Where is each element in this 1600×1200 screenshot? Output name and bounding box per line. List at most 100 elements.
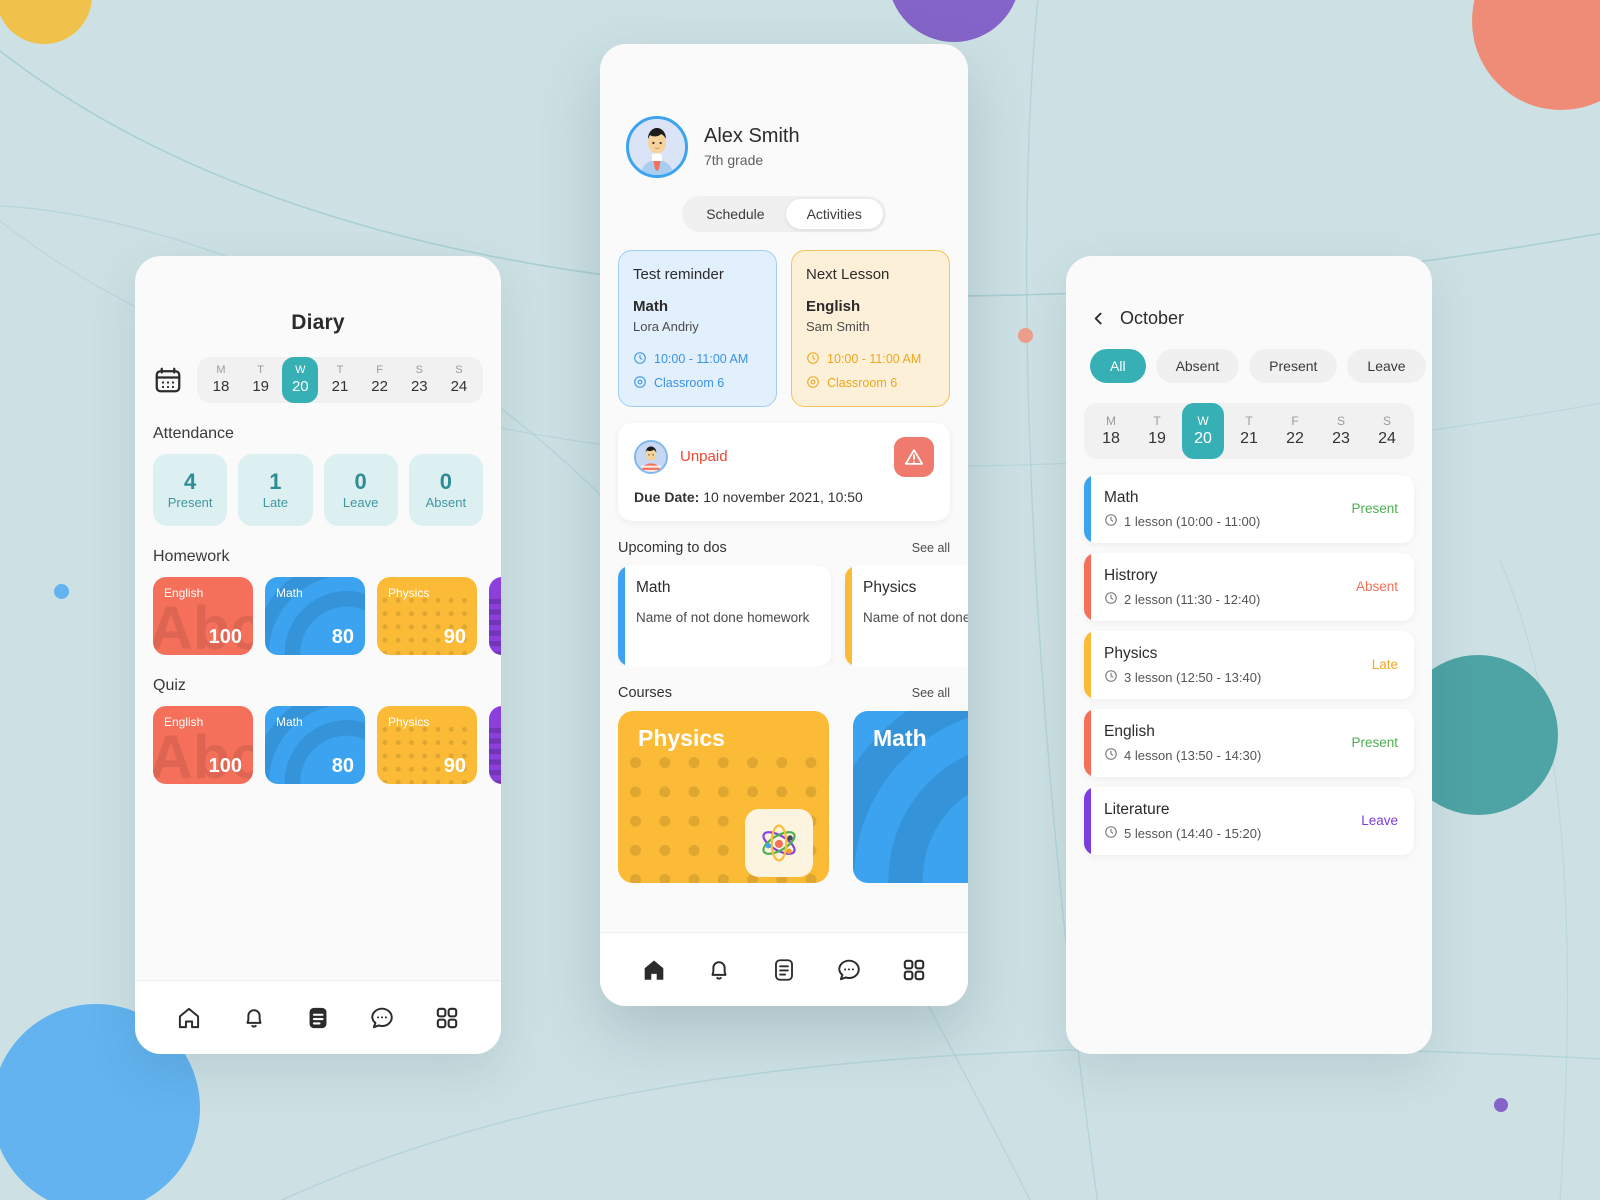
bottom-navigation[interactable] <box>600 932 968 1006</box>
day-of-week: S <box>415 364 423 377</box>
nav-grid-icon[interactable] <box>899 955 929 985</box>
row-info: Literature 5 lesson (14:40 - 15:20) <box>1104 800 1361 842</box>
row-lesson: 3 lesson (12:50 - 13:40) <box>1124 669 1262 685</box>
day-cell-18[interactable]: M 18 <box>203 357 239 403</box>
day-number: 22 <box>1286 430 1304 448</box>
nav-document-icon[interactable] <box>303 1003 333 1033</box>
atom-icon <box>745 808 813 877</box>
chevron-left-icon[interactable] <box>1090 310 1107 327</box>
quiz-card-list[interactable]: Abc English 100 Math 80 Physics 90 Liter… <box>135 706 501 784</box>
filter-leave[interactable]: Leave <box>1347 349 1426 383</box>
profile-header: Alex Smith 7th grade <box>600 44 968 178</box>
nav-document-icon[interactable] <box>769 955 799 985</box>
subject-score-card[interactable]: Physics 90 <box>377 577 477 655</box>
clock-icon <box>1104 825 1118 842</box>
day-cell-20[interactable]: W 20 <box>282 357 319 403</box>
profile-grade: 7th grade <box>704 151 764 168</box>
reminder-title: Next Lesson <box>806 266 890 283</box>
course-card-list[interactable]: Physics Math <box>600 710 968 883</box>
day-cell-21[interactable]: T 21 <box>1228 403 1270 459</box>
page-title: Diary <box>291 311 345 334</box>
decor-dot-blue <box>54 584 69 599</box>
attendance-row[interactable]: Physics 3 lesson (12:50 - 13:40) Late <box>1084 630 1414 699</box>
profile-text: Alex Smith 7th grade <box>704 123 800 171</box>
todo-card-list[interactable]: Math Name of not done homework Physics N… <box>600 565 968 666</box>
row-status-badge: Late <box>1371 657 1398 673</box>
course-card[interactable]: Math <box>853 710 968 883</box>
tab-schedule[interactable]: Schedule <box>685 199 785 229</box>
reminder-room: Classroom 6 <box>827 376 898 391</box>
nav-grid-icon[interactable] <box>432 1003 462 1033</box>
reminder-card[interactable]: Next Lesson English Sam Smith 10:00 - 11… <box>791 250 950 407</box>
subject-score-card[interactable]: Literature 70 <box>489 577 501 655</box>
clock-icon <box>806 351 820 368</box>
stat-label: Leave <box>342 495 379 511</box>
subject-score-card[interactable]: Math 80 <box>265 577 365 655</box>
day-cell-22[interactable]: F 22 <box>1274 403 1316 459</box>
day-cell-22[interactable]: F 22 <box>362 357 398 403</box>
nav-bell-icon[interactable] <box>704 955 734 985</box>
attendance-row[interactable]: Histrory 2 lesson (11:30 - 12:40) Absent <box>1084 552 1414 621</box>
attendance-row[interactable]: Literature 5 lesson (14:40 - 15:20) Leav… <box>1084 786 1414 855</box>
day-cell-24[interactable]: S 24 <box>441 357 477 403</box>
course-card[interactable]: Physics <box>618 710 829 883</box>
subject-score-card[interactable]: Physics 90 <box>377 706 477 784</box>
courses-see-all-link[interactable]: See all <box>912 686 950 700</box>
todo-card[interactable]: Physics Name of not done homework <box>845 565 968 666</box>
day-cell-21[interactable]: T 21 <box>322 357 358 403</box>
subject-score-card[interactable]: Abc English 100 <box>153 577 253 655</box>
day-cell-24[interactable]: S 24 <box>1366 403 1408 459</box>
day-cell-18[interactable]: M 18 <box>1090 403 1132 459</box>
decor-dot-purple <box>1494 1098 1508 1112</box>
todo-card[interactable]: Math Name of not done homework <box>618 565 831 666</box>
filter-present[interactable]: Present <box>1249 349 1338 383</box>
nav-chat-icon[interactable] <box>367 1003 397 1033</box>
filter-absent[interactable]: Absent <box>1155 349 1240 383</box>
filter-all[interactable]: All <box>1090 349 1146 383</box>
bottom-navigation[interactable] <box>135 980 501 1054</box>
subject-score: 80 <box>331 755 354 777</box>
reminder-teacher: Lora Andriy <box>633 319 699 334</box>
day-cell-23[interactable]: S 23 <box>1320 403 1362 459</box>
reminder-card[interactable]: Test reminder Math Lora Andriy 10:00 - 1… <box>618 250 777 407</box>
nav-chat-icon[interactable] <box>834 955 864 985</box>
day-cell-19[interactable]: T 19 <box>243 357 279 403</box>
week-selector: M 18 T 19 W 20 T 21 F 22 S 23 S 24 <box>135 357 501 403</box>
stat-label: Absent <box>425 495 467 511</box>
row-subject: Physics <box>1104 644 1158 662</box>
due-date-label: Due Date: <box>634 488 700 505</box>
day-number: 20 <box>1194 430 1212 448</box>
reminder-time-row: 10:00 - 11:00 AM <box>633 351 762 368</box>
home-scroll-area: Alex Smith 7th grade Schedule Activities… <box>600 44 968 932</box>
attendance-row[interactable]: Math 1 lesson (10:00 - 11:00) Present <box>1084 475 1414 543</box>
avatar[interactable] <box>626 116 688 178</box>
day-of-week: S <box>1382 413 1391 428</box>
subject-name: Literature <box>500 715 501 729</box>
attendance-scroll-area: October All Absent Present Leave M 18 T … <box>1066 256 1432 1054</box>
nav-home-icon[interactable] <box>639 955 669 985</box>
tab-activities[interactable]: Activities <box>785 199 883 229</box>
week-strip[interactable]: M 18 T 19 W 20 T 21 F 22 S 23 S 24 <box>1084 403 1414 459</box>
row-info: Physics 3 lesson (12:50 - 13:40) <box>1104 644 1372 686</box>
reminder-time-row: 10:00 - 11:00 AM <box>806 351 935 368</box>
day-of-week: F <box>1291 413 1299 428</box>
courses-title: Courses <box>618 684 672 701</box>
day-cell-19[interactable]: T 19 <box>1136 403 1178 459</box>
attendance-row[interactable]: English 4 lesson (13:50 - 14:30) Present <box>1084 708 1414 777</box>
day-number: 19 <box>1148 430 1166 448</box>
subject-score-card[interactable]: Abc English 100 <box>153 706 253 784</box>
warning-triangle-icon[interactable] <box>894 436 934 477</box>
nav-home-icon[interactable] <box>174 1003 204 1033</box>
subject-score-card[interactable]: Math 80 <box>265 706 365 784</box>
week-strip[interactable]: M 18 T 19 W 20 T 21 F 22 S 23 S 24 <box>197 357 483 403</box>
homework-card-list[interactable]: Abc English 100 Math 80 Physics 90 Liter… <box>135 577 501 655</box>
day-cell-23[interactable]: S 23 <box>401 357 437 403</box>
profile-name: Alex Smith <box>704 124 800 147</box>
nav-bell-icon[interactable] <box>239 1003 269 1033</box>
subject-name: English <box>164 586 204 600</box>
schedule-activities-toggle[interactable]: Schedule Activities <box>682 196 886 232</box>
subject-score-card[interactable]: Literature 70 <box>489 706 501 784</box>
status-filter-pills[interactable]: All Absent Present Leave <box>1066 329 1432 383</box>
day-cell-20[interactable]: W 20 <box>1182 403 1224 459</box>
todos-see-all-link[interactable]: See all <box>912 541 950 555</box>
